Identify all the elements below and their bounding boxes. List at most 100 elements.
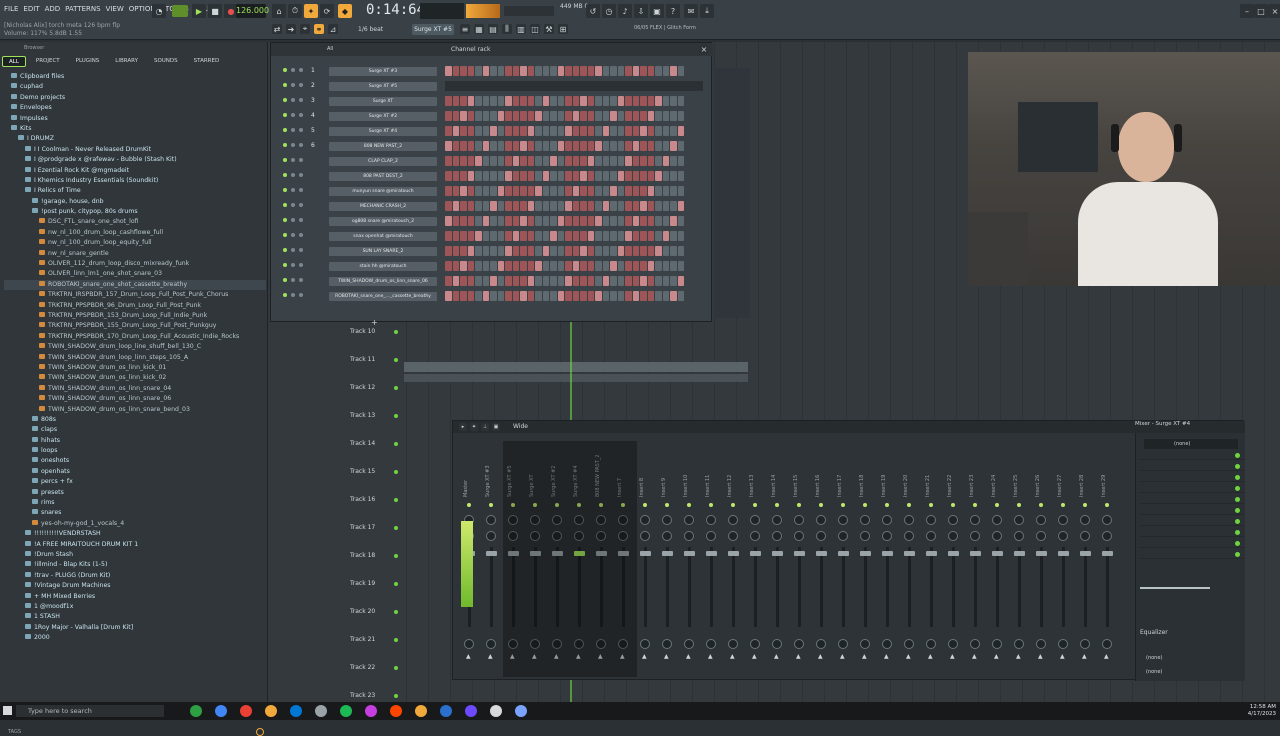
step-button[interactable] — [497, 246, 504, 256]
browser-folder-item[interactable]: !trav - PLUGG (Drum Kit) — [4, 571, 266, 581]
reddit-icon[interactable] — [390, 705, 402, 717]
step-button[interactable] — [505, 216, 512, 226]
mute-led[interactable] — [283, 218, 287, 222]
fx-slot-enable-led[interactable] — [1235, 486, 1240, 491]
fader-handle[interactable] — [1036, 551, 1047, 556]
plugin-picker-icon[interactable]: ◫ — [530, 24, 540, 34]
browser-folder-item[interactable]: 2000 — [4, 633, 266, 643]
mixer-strip[interactable]: Insert 25 ▲ — [1009, 447, 1030, 675]
pan-knob[interactable] — [684, 515, 694, 525]
blend-notes-icon[interactable]: ◆ — [338, 4, 352, 18]
step-button[interactable] — [520, 216, 527, 226]
channel-row[interactable]: 5 Surge XT #4 — [275, 125, 709, 138]
step-button[interactable] — [475, 171, 482, 181]
volume-knob[interactable] — [299, 128, 303, 132]
channel-rack-title[interactable]: Channel rack — [271, 43, 713, 56]
pan-knob[interactable] — [291, 143, 295, 147]
track-mute-led[interactable] — [394, 638, 398, 642]
step-button[interactable] — [580, 111, 587, 121]
step-button[interactable] — [467, 186, 474, 196]
fx-slot[interactable] — [1140, 539, 1244, 548]
step-button[interactable] — [505, 111, 512, 121]
step-button[interactable] — [445, 231, 452, 241]
step-button[interactable] — [587, 126, 594, 136]
step-button[interactable] — [580, 126, 587, 136]
taskbar-search[interactable]: Type here to search — [16, 705, 164, 717]
browser-icon[interactable]: ▥ — [516, 24, 526, 34]
fader-handle[interactable] — [772, 551, 783, 556]
step-button[interactable] — [490, 216, 497, 226]
step-button[interactable] — [662, 66, 669, 76]
step-button[interactable] — [580, 141, 587, 151]
pattern-select[interactable]: Surge XT #5 — [412, 24, 454, 35]
volume-fader[interactable] — [1084, 547, 1087, 627]
step-button[interactable] — [505, 141, 512, 151]
browser-file-item[interactable]: TRKTRN_PPSPBDR_155_Drum_Loop_Full_Post_P… — [4, 321, 266, 331]
mute-led[interactable] — [283, 158, 287, 162]
volume-knob[interactable] — [299, 173, 303, 177]
step-button[interactable] — [490, 66, 497, 76]
step-button[interactable] — [527, 231, 534, 241]
step-button[interactable] — [602, 186, 609, 196]
templates-icon[interactable]: ⊞ — [558, 24, 568, 34]
fader-handle[interactable] — [860, 551, 871, 556]
step-button[interactable] — [677, 66, 684, 76]
menu-item-edit[interactable]: EDIT — [23, 5, 39, 13]
browser-folder-item[interactable]: 1Roy Major - Valhalla [Drum Kit] — [4, 623, 266, 633]
step-button[interactable] — [475, 186, 482, 196]
step-button[interactable] — [632, 126, 639, 136]
mixer-strip[interactable]: Insert 17 ▲ — [833, 447, 854, 675]
step-button[interactable] — [595, 276, 602, 286]
route-arrow-icon[interactable]: ▲ — [752, 653, 757, 660]
step-button[interactable] — [602, 216, 609, 226]
volume-fader[interactable] — [996, 547, 999, 627]
step-button[interactable] — [512, 156, 519, 166]
step-button[interactable] — [655, 291, 662, 301]
step-button[interactable] — [542, 291, 549, 301]
step-button[interactable] — [467, 231, 474, 241]
play-icon[interactable]: ▶ — [192, 4, 206, 18]
volume-fader[interactable] — [798, 547, 801, 627]
channel-row[interactable]: SUN LAY SNARE_2 — [275, 245, 709, 258]
step-button[interactable] — [625, 66, 632, 76]
volume-knob[interactable] — [299, 188, 303, 192]
step-button[interactable] — [452, 66, 459, 76]
step-button[interactable] — [497, 66, 504, 76]
step-button[interactable] — [460, 156, 467, 166]
route-arrow-icon[interactable]: ▲ — [1104, 653, 1109, 660]
channel-name-button[interactable]: 808 NEW PAST_2 — [329, 142, 437, 151]
mixer-enable-led[interactable] — [709, 503, 713, 507]
step-button[interactable] — [655, 201, 662, 211]
step-button[interactable] — [572, 261, 579, 271]
pan-knob[interactable] — [291, 233, 295, 237]
step-button[interactable] — [497, 216, 504, 226]
mute-led[interactable] — [283, 233, 287, 237]
output-slot-1[interactable]: (none) — [1146, 655, 1162, 661]
microphone-icon[interactable]: ♪ — [618, 4, 632, 18]
step-button[interactable] — [572, 216, 579, 226]
volume-knob[interactable] — [299, 263, 303, 267]
channel-name-button[interactable]: stain hh @miratouch — [329, 262, 437, 271]
step-button[interactable] — [535, 96, 542, 106]
pan-knob[interactable] — [1102, 515, 1112, 525]
countdown-icon[interactable]: ✦ — [304, 4, 318, 18]
step-button[interactable] — [527, 291, 534, 301]
step-button[interactable] — [535, 141, 542, 151]
mixer-enable-led[interactable] — [1017, 503, 1021, 507]
step-button[interactable] — [475, 261, 482, 271]
mute-led[interactable] — [283, 203, 287, 207]
fx-slot[interactable] — [1140, 550, 1244, 559]
mixer-strip[interactable]: Insert 15 ▲ — [789, 447, 810, 675]
mixer-strip[interactable]: Insert 21 ▲ — [921, 447, 942, 675]
track-header[interactable]: Track 14 — [350, 440, 375, 447]
browser-folder-item[interactable]: Clipboard files — [4, 72, 266, 82]
route-arrow-icon[interactable]: ▲ — [730, 653, 735, 660]
channel-name-button[interactable]: SUN LAY SNARE_2 — [329, 247, 437, 256]
step-button[interactable] — [640, 171, 647, 181]
step-button[interactable] — [520, 231, 527, 241]
step-button[interactable] — [550, 291, 557, 301]
close-icon[interactable]: × — [699, 44, 709, 54]
steam-icon[interactable] — [440, 705, 452, 717]
step-button[interactable] — [602, 126, 609, 136]
menu-item-file[interactable]: FILE — [4, 5, 18, 13]
